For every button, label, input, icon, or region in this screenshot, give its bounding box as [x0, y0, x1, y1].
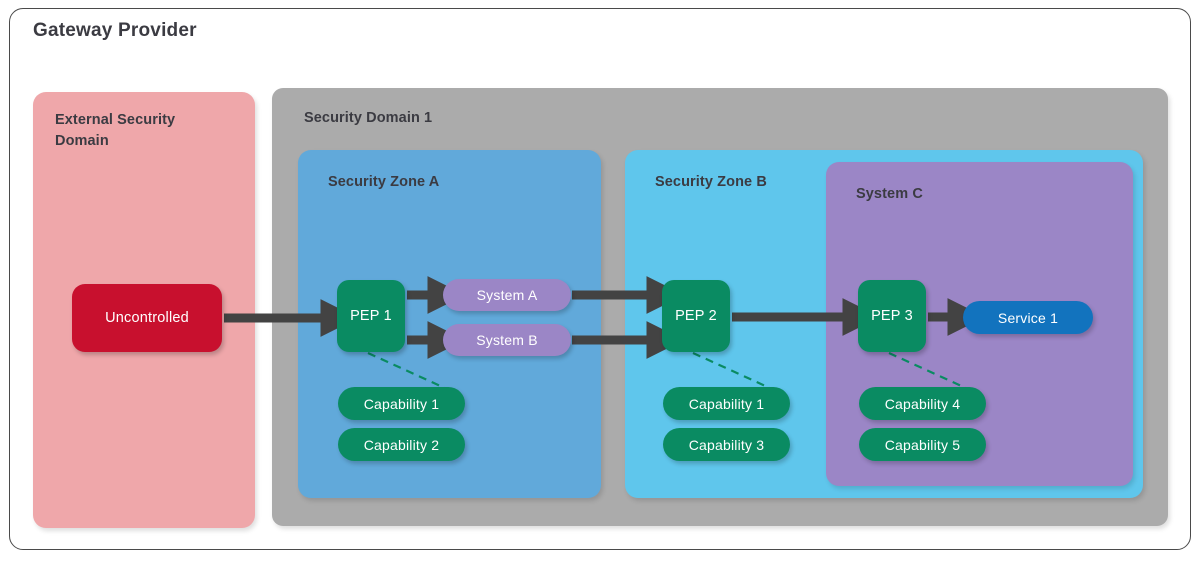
capability-zone-b-1[interactable]: Capability 1 — [663, 387, 790, 420]
capability-zone-b-1-label: Capability 1 — [688, 395, 765, 412]
node-pep-1-label: PEP 1 — [350, 308, 392, 324]
node-service-1[interactable]: Service 1 — [963, 301, 1093, 334]
node-pep-2-label: PEP 2 — [675, 308, 717, 324]
capability-system-c-2-label: Capability 5 — [884, 436, 961, 453]
capability-system-c-1[interactable]: Capability 4 — [859, 387, 986, 420]
region-label-system-c: System C — [856, 186, 923, 202]
node-system-a[interactable]: System A — [443, 279, 571, 311]
node-system-a-label: System A — [476, 287, 538, 303]
node-pep-3[interactable]: PEP 3 — [858, 280, 926, 352]
capability-zone-a-2-label: Capability 2 — [363, 436, 440, 453]
region-label-security-zone-b: Security Zone B — [655, 174, 767, 190]
capability-zone-a-1[interactable]: Capability 1 — [338, 387, 465, 420]
node-uncontrolled[interactable]: Uncontrolled — [72, 284, 222, 352]
diagram-canvas: Gateway Provider External Security Domai… — [0, 0, 1200, 565]
capability-system-c-2[interactable]: Capability 5 — [859, 428, 986, 461]
capability-zone-b-2[interactable]: Capability 3 — [663, 428, 790, 461]
node-uncontrolled-label: Uncontrolled — [105, 310, 189, 326]
external-security-domain-label-line2: Domain — [55, 133, 109, 150]
region-label-security-domain-1: Security Domain 1 — [304, 110, 433, 126]
region-label-external-security-domain: External Security Domain — [55, 110, 225, 152]
capability-system-c-1-label: Capability 4 — [884, 395, 961, 412]
capability-zone-a-2[interactable]: Capability 2 — [338, 428, 465, 461]
node-pep-1[interactable]: PEP 1 — [337, 280, 405, 352]
node-pep-3-label: PEP 3 — [871, 308, 913, 324]
node-system-b[interactable]: System B — [443, 324, 571, 356]
node-pep-2[interactable]: PEP 2 — [662, 280, 730, 352]
capability-zone-b-2-label: Capability 3 — [688, 436, 765, 453]
external-security-domain-label-line1: External Security — [55, 112, 176, 128]
region-label-security-zone-a: Security Zone A — [328, 174, 440, 190]
node-service-1-label: Service 1 — [997, 309, 1059, 326]
capability-zone-a-1-label: Capability 1 — [363, 395, 440, 412]
node-system-b-label: System B — [476, 332, 538, 348]
page-title: Gateway Provider — [33, 20, 197, 41]
